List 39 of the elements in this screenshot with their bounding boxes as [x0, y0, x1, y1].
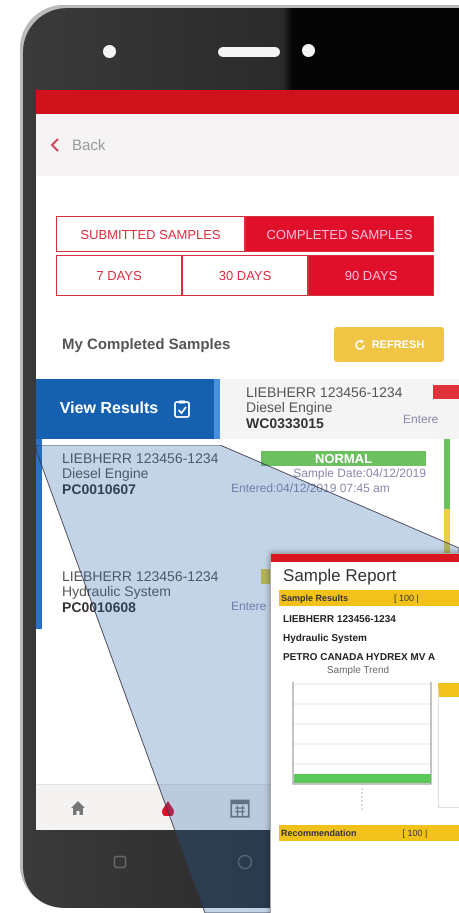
equipment-name: LIEBHERR 123456-1234 — [62, 451, 218, 466]
equipment-name: LIEBHERR 123456-1234 — [246, 385, 402, 400]
sample-id: WC0333015 — [246, 415, 325, 431]
entered-date: Entere — [403, 412, 440, 427]
square-button-icon — [113, 855, 127, 869]
speaker-slot — [218, 47, 280, 57]
home-icon[interactable] — [70, 800, 86, 816]
entered-date: Entere — [231, 599, 268, 614]
sensor-dot — [302, 44, 315, 57]
tab[interactable]: 7 DAYS — [56, 255, 182, 296]
sample-date: Sample Date:04/12/2019 — [293, 466, 426, 481]
fluid-name: PETRO CANADA HYDREX MV A — [282, 651, 436, 663]
clipboard-check-icon — [174, 400, 190, 418]
tab[interactable]: 90 DAYS — [308, 255, 434, 296]
component-name: Hydraulic System — [282, 632, 368, 644]
component-name: Diesel Engine — [62, 466, 150, 481]
range-label: [ 100 | — [394, 593, 419, 603]
tab[interactable]: SUBMITTED SAMPLES — [56, 216, 245, 252]
circle-button-icon — [237, 854, 253, 870]
tab[interactable]: 30 DAYS — [182, 255, 308, 296]
tab[interactable]: COMPLETED SAMPLES — [245, 216, 434, 252]
refresh-icon — [354, 338, 366, 350]
status-badge: NORMAL — [261, 451, 426, 466]
range-label: [ 100 | — [402, 828, 428, 838]
sample-row[interactable]: LIEBHERR 123456-1234 Diesel Engine WC0333015 Entere — [220, 379, 459, 439]
camera-dot — [103, 45, 116, 58]
calendar-icon[interactable] — [230, 798, 250, 818]
back-button[interactable]: Back — [50, 136, 106, 154]
component-name: Diesel Engine — [246, 400, 334, 415]
view-results-button[interactable]: View Results — [36, 379, 220, 439]
drop-icon[interactable] — [160, 800, 176, 816]
bar-label: Sample Results — [281, 593, 348, 603]
report-title: Sample Report — [282, 565, 398, 587]
section-title: My Completed Samples — [61, 336, 230, 353]
sample-id: PC0010607 — [62, 481, 137, 497]
equipment-name: LIEBHERR 123456-1234 — [282, 613, 397, 625]
chart-title: Sample Trend — [326, 665, 390, 676]
chevron-left-icon — [50, 137, 60, 153]
bar-label: Recommendation — [281, 828, 357, 838]
